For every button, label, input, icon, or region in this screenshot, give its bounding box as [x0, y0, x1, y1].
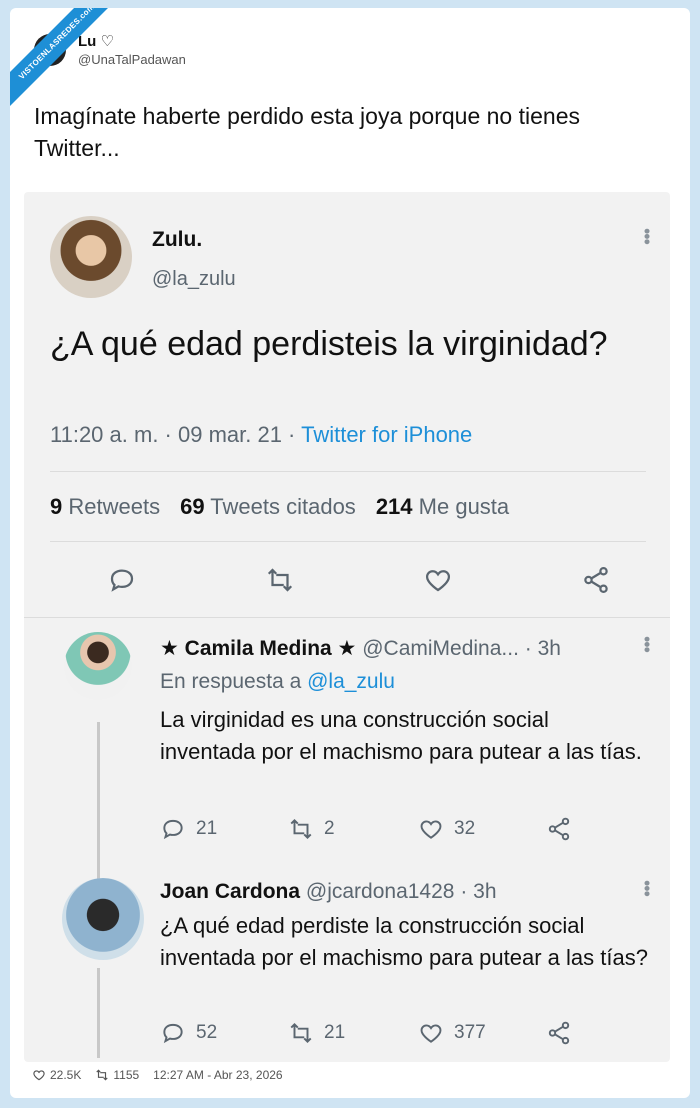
tweet-footer: 22.5K 1155 12:27 AM - Abr 23, 2026	[32, 1068, 283, 1082]
tweet-stats: 9 Retweets 69 Tweets citados 214 Me gust…	[50, 494, 509, 520]
tweet-time: 11:20 a. m. · 09 mar. 21 ·	[50, 422, 302, 447]
divider	[24, 617, 670, 618]
divider	[50, 471, 646, 472]
more-options-icon[interactable]: •••	[636, 880, 657, 896]
share-button[interactable]	[546, 1020, 582, 1046]
retweet-button[interactable]: 21	[288, 1020, 345, 1046]
reply-icon[interactable]	[102, 560, 142, 600]
quoted-handle[interactable]: @la_zulu	[152, 268, 236, 291]
more-options-icon[interactable]: •••	[636, 636, 657, 652]
tweet-card: VISTOENLASREDES.com Lu ♡ @UnaTalPadawan …	[10, 8, 690, 1098]
thread-line	[97, 968, 100, 1058]
more-options-icon[interactable]: •••	[636, 228, 657, 244]
reply-author[interactable]: Joan Cardona @jcardona1428 · 3h	[160, 880, 497, 904]
reply-actions: 21 2 32	[160, 816, 580, 846]
retweet-icon[interactable]	[260, 560, 300, 600]
reply-actions: 52 21 377	[160, 1020, 580, 1050]
heart-icon[interactable]	[418, 560, 458, 600]
tweet-source-link[interactable]: Twitter for iPhone	[301, 422, 472, 447]
outer-handle[interactable]: @UnaTalPadawan	[78, 52, 186, 67]
like-button[interactable]: 32	[418, 816, 475, 842]
heart-icon	[33, 1070, 45, 1081]
quoted-tweet-text: ¿A qué edad perdisteis la virginidad?	[50, 325, 608, 363]
avatar[interactable]	[62, 878, 144, 960]
reply-text: La virginidad es una construcción social…	[160, 707, 642, 764]
avatar[interactable]	[64, 632, 132, 700]
footer-timestamp: 12:27 AM - Abr 23, 2026	[153, 1068, 283, 1082]
reply-button[interactable]: 21	[160, 816, 217, 842]
quoted-tweet-screenshot: Zulu. @la_zulu ••• ¿A qué edad perdistei…	[24, 192, 670, 1062]
divider	[50, 541, 646, 542]
quoted-name[interactable]: Zulu.	[152, 228, 202, 252]
footer-likes[interactable]: 22.5K	[32, 1068, 81, 1082]
reply-author[interactable]: ★ Camila Medina ★ @CamiMedina... · 3h	[160, 636, 561, 661]
reply-button[interactable]: 52	[160, 1020, 217, 1046]
share-button[interactable]	[546, 816, 582, 842]
retweets-stat[interactable]: 9 Retweets	[50, 494, 160, 520]
like-button[interactable]: 377	[418, 1020, 486, 1046]
likes-stat[interactable]: 214 Me gusta	[376, 494, 509, 520]
quotes-stat[interactable]: 69 Tweets citados	[180, 494, 356, 520]
thread-line	[97, 722, 100, 882]
tweet-actions	[24, 560, 670, 600]
reply-text: ¿A qué edad perdiste la construcción soc…	[160, 913, 648, 970]
footer-retweets[interactable]: 1155	[95, 1068, 139, 1082]
in-reply-to-link[interactable]: @la_zulu	[307, 670, 395, 693]
avatar[interactable]	[50, 216, 132, 298]
in-reply-to: En respuesta a @la_zulu	[160, 670, 395, 693]
outer-name[interactable]: Lu ♡	[78, 32, 186, 50]
tweet-meta: 11:20 a. m. · 09 mar. 21 · Twitter for i…	[50, 422, 472, 448]
outer-tweet-text: Imagínate haberte perdido esta joya porq…	[34, 103, 580, 161]
retweet-button[interactable]: 2	[288, 816, 335, 842]
share-icon[interactable]	[576, 560, 616, 600]
retweet-icon	[96, 1069, 109, 1081]
